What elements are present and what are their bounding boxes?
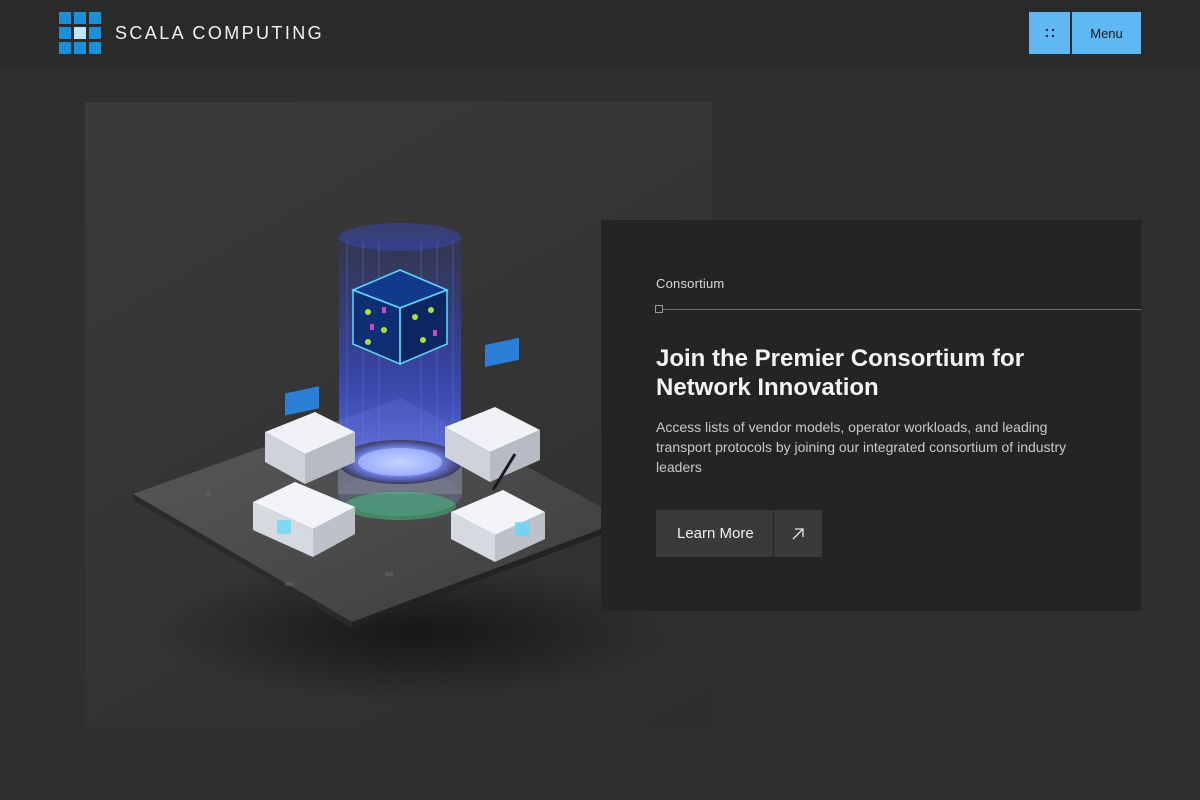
divider-knob: [655, 305, 663, 313]
dots-grid-icon: [1045, 28, 1055, 38]
card-description: Access lists of vendor models, operator …: [656, 419, 1067, 475]
card-title: Join the Premier Consortium for Network …: [656, 345, 1025, 401]
consortium-card: Consortium Join the Premier Consortium f…: [601, 220, 1141, 611]
brand-name: SCALA COMPUTING: [115, 22, 325, 43]
learn-more-button[interactable]: Learn More: [656, 510, 822, 557]
brand-logo[interactable]: SCALA COMPUTING: [59, 12, 324, 54]
section-eyebrow: Consortium: [656, 276, 725, 291]
arrow-up-right-icon: [774, 527, 822, 541]
menu-label: Menu: [1090, 25, 1123, 41]
grid-logo-icon: [59, 12, 101, 54]
site-header: SCALA COMPUTING Menu: [0, 0, 1200, 67]
divider: [656, 309, 1141, 310]
learn-more-label: Learn More: [656, 510, 774, 557]
menu-button[interactable]: Menu: [1029, 12, 1141, 54]
